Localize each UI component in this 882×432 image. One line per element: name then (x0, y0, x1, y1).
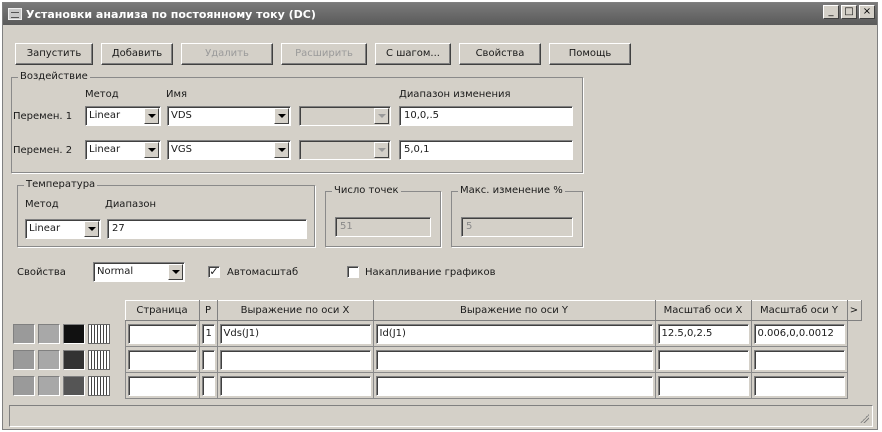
status-bar (9, 405, 873, 427)
sweep-row1-method-select[interactable]: Linear (85, 106, 161, 126)
temperature-group-label: Температура (24, 179, 98, 190)
x-scale-cell[interactable] (657, 375, 749, 396)
x-expression-cell[interactable] (219, 349, 371, 370)
table-row (11, 372, 861, 399)
y-scale-column-header[interactable]: Масштаб оси Y (750, 300, 848, 321)
add-button[interactable]: Добавить (101, 43, 173, 65)
chevron-down-icon[interactable] (168, 264, 183, 280)
y-expression-cell[interactable] (375, 349, 653, 370)
color-swatch[interactable] (63, 323, 85, 344)
expand-button[interactable]: Расширить (281, 43, 367, 65)
dc-analysis-dialog: Установки анализа по постоянному току (D… (2, 2, 878, 430)
page-column-header[interactable]: Страница (124, 300, 200, 321)
properties-label: Свойства (17, 267, 66, 278)
page-cell[interactable] (127, 375, 197, 396)
color-swatch[interactable] (38, 323, 60, 344)
color-swatch[interactable] (13, 349, 35, 370)
page-cell[interactable] (127, 349, 197, 370)
p-cell[interactable] (201, 375, 215, 396)
delete-button[interactable]: Удалить (181, 43, 273, 65)
x-scale-column-header[interactable]: Масштаб оси X (654, 300, 752, 321)
close-button[interactable]: × (859, 5, 875, 19)
chevron-down-icon[interactable] (274, 108, 289, 124)
step-button[interactable]: С шагом... (375, 43, 451, 65)
chevron-down-icon (374, 142, 389, 158)
table-header-row: Страница P Выражение по оси X Выражение … (11, 300, 862, 321)
chevron-down-icon[interactable] (84, 221, 99, 237)
chevron-down-icon[interactable] (144, 142, 159, 158)
x-expression-cell[interactable]: Vds(J1) (219, 323, 371, 344)
help-button[interactable]: Помощь (549, 43, 631, 65)
page-cell[interactable] (127, 323, 197, 344)
max-change-input: 5 (461, 217, 573, 237)
y-expression-cell[interactable]: Id(J1) (375, 323, 653, 344)
accumulate-label: Накапливание графиков (365, 267, 496, 278)
line-pattern-icon[interactable] (88, 323, 110, 344)
color-swatch[interactable] (13, 323, 35, 344)
sweep-row2-name-select[interactable]: VGS (167, 140, 291, 160)
app-icon (8, 8, 22, 20)
more-columns-header[interactable]: > (846, 300, 862, 321)
color-swatch[interactable] (63, 349, 85, 370)
color-header (11, 300, 125, 321)
x-scale-cell[interactable] (657, 349, 749, 370)
y-scale-cell[interactable]: 0.006,0,0.0012 (753, 323, 845, 344)
temperature-range-label: Диапазон (105, 199, 157, 210)
color-swatch[interactable] (63, 375, 85, 396)
max-change-group-label: Макс. изменение % (458, 185, 565, 196)
table-row (11, 346, 861, 373)
line-pattern-icon[interactable] (88, 375, 110, 396)
points-input: 51 (335, 217, 431, 237)
sweep-row1-label: Перемен. 1 (13, 111, 73, 122)
table-row: 1 Vds(J1) Id(J1) 12.5,0,2.5 0.006,0,0.00… (11, 320, 861, 347)
name-header: Имя (166, 89, 188, 100)
y-scale-cell[interactable] (753, 375, 845, 396)
sweep-row2-label: Перемен. 2 (13, 145, 73, 156)
y-expression-column-header[interactable]: Выражение по оси Y (372, 300, 656, 321)
accumulate-checkbox[interactable] (347, 266, 359, 278)
color-swatch[interactable] (38, 375, 60, 396)
sweep-group-label: Воздействие (18, 71, 90, 82)
temperature-method-select[interactable]: Linear (25, 219, 101, 239)
sweep-row1-range-input[interactable]: 10,0,.5 (399, 106, 573, 126)
window-title: Установки анализа по постоянному току (D… (26, 7, 316, 21)
color-swatch[interactable] (13, 375, 35, 396)
p-cell[interactable]: 1 (201, 323, 215, 344)
p-cell[interactable] (201, 349, 215, 370)
plot-expressions-table: Страница P Выражение по оси X Выражение … (11, 300, 862, 399)
y-expression-cell[interactable] (375, 375, 653, 396)
title-bar[interactable]: Установки анализа по постоянному току (D… (3, 3, 877, 25)
line-pattern-icon[interactable] (88, 349, 110, 370)
temperature-range-input[interactable]: 27 (107, 219, 307, 239)
p-column-header[interactable]: P (198, 300, 218, 321)
color-swatch[interactable] (38, 349, 60, 370)
temperature-method-label: Метод (25, 199, 59, 210)
checkmark-icon: ✓ (209, 265, 219, 278)
x-expression-cell[interactable] (219, 375, 371, 396)
sweep-row2-method-select[interactable]: Linear (85, 140, 161, 160)
sweep-row1-name-select[interactable]: VDS (167, 106, 291, 126)
chevron-down-icon (374, 108, 389, 124)
run-button[interactable]: Запустить (15, 43, 93, 65)
maximize-button[interactable]: □ (841, 5, 857, 19)
resize-grip-icon[interactable] (859, 413, 869, 423)
chevron-down-icon[interactable] (274, 142, 289, 158)
x-expression-column-header[interactable]: Выражение по оси X (216, 300, 374, 321)
autoscale-label: Автомасштаб (227, 267, 299, 278)
method-header: Метод (85, 89, 119, 100)
sweep-row2-range-input[interactable]: 5,0,1 (399, 140, 573, 160)
x-scale-cell[interactable]: 12.5,0,2.5 (657, 323, 749, 344)
properties-select[interactable]: Normal (93, 262, 185, 282)
sweep-row2-extra-select (299, 140, 391, 160)
points-group-label: Число точек (332, 185, 401, 196)
minimize-button[interactable]: _ (823, 5, 839, 19)
chevron-down-icon[interactable] (144, 108, 159, 124)
properties-button[interactable]: Свойства (459, 43, 541, 65)
range-header: Диапазон изменения (399, 89, 511, 100)
sweep-row1-extra-select (299, 106, 391, 126)
autoscale-checkbox[interactable]: ✓ (208, 266, 220, 278)
y-scale-cell[interactable] (753, 349, 845, 370)
